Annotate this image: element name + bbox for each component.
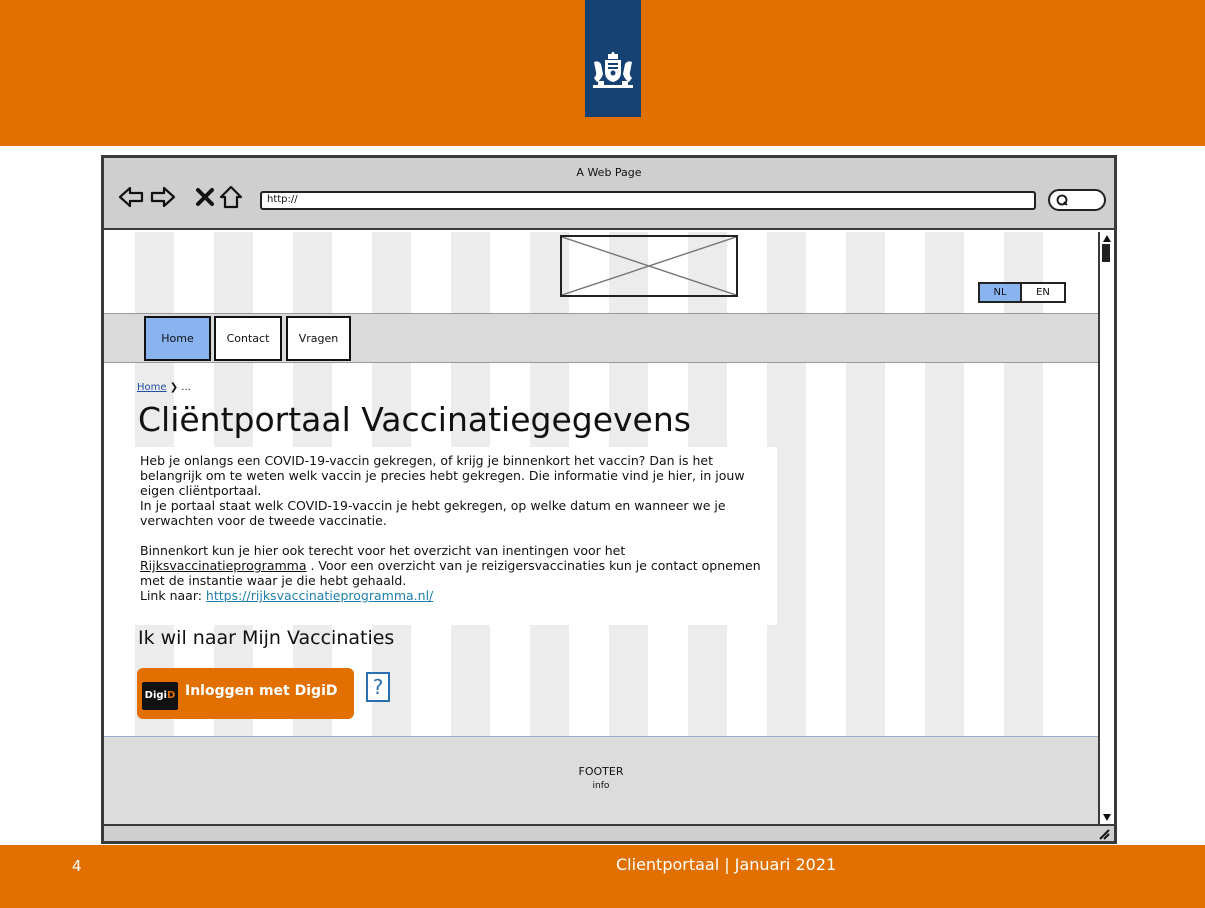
scrollbar-thumb[interactable] [1102,244,1110,262]
rijksvaccinatieprogramma-link[interactable]: Rijksvaccinatieprogramma [140,558,307,573]
close-icon[interactable] [192,184,218,210]
slide-footer-text: Clientportaal | Januari 2021 [616,855,837,874]
intro-paragraph: Binnenkort kun je hier ook terecht voor … [140,543,761,588]
language-option-nl[interactable]: NL [980,284,1022,301]
section-heading: Ik wil naar Mijn Vaccinaties [138,627,395,649]
scroll-up-icon[interactable] [1102,234,1112,243]
url-bar[interactable]: http:// [260,191,1036,210]
home-icon[interactable] [218,184,244,210]
main-navigation: Home Contact Vragen [104,313,1098,363]
help-icon[interactable]: ? [366,672,390,702]
page-footer: FOOTER info [104,736,1098,824]
browser-status-bar [104,824,1114,841]
external-url-link[interactable]: https://rijksvaccinatieprogramma.nl/ [206,588,433,603]
footer-title: FOOTER [578,765,624,778]
logo-image-placeholder [560,235,738,297]
browser-toolbar: A Web Page http:// [104,158,1114,230]
nav-item-contact[interactable]: Contact [214,316,282,361]
search-box[interactable] [1048,189,1106,211]
breadcrumb-home-link[interactable]: Home [137,382,167,393]
scroll-down-icon[interactable] [1102,813,1112,822]
forward-arrow-icon[interactable] [150,184,176,210]
digid-logo: DigiD [142,682,178,710]
footer-subtitle: info [592,781,610,791]
nav-item-vragen[interactable]: Vragen [286,316,351,361]
browser-window-mockup: A Web Page http:// NL EN Home Contact Vr… [101,155,1117,844]
intro-paragraph: In je portaal staat welk COVID-19-vaccin… [140,498,726,528]
slide-number: 4 [72,857,82,875]
intro-paragraph: Heb je onlangs een COVID-19-vaccin gekre… [140,453,745,498]
language-switch: NL EN [978,282,1066,303]
slide: A Web Page http:// NL EN Home Contact Vr… [0,0,1205,908]
resize-grip-icon[interactable] [1097,827,1110,840]
nav-item-home[interactable]: Home [144,316,211,361]
intro-section: Heb je onlangs een COVID-19-vaccin gekre… [134,447,777,625]
bottom-banner [0,845,1205,908]
breadcrumb: Home ❯ ... [137,382,191,393]
search-icon [1056,194,1068,206]
page-viewport: NL EN Home Contact Vragen Home ❯ ... Cli… [104,232,1098,824]
intro-link-line: Link naar: https://rijksvaccinatieprogra… [140,588,434,603]
intro-text: Heb je onlangs een COVID-19-vaccin gekre… [140,453,772,603]
language-option-en[interactable]: EN [1022,284,1064,301]
breadcrumb-current: ... [181,382,191,393]
digid-login-label: Inloggen met DigiD [185,683,338,699]
chevron-right-icon: ❯ [169,382,179,393]
digid-login-button[interactable]: DigiD Inloggen met DigiD [137,668,354,719]
coat-of-arms-icon [593,52,633,88]
vertical-scrollbar[interactable] [1098,232,1114,824]
window-title: A Web Page [576,166,642,179]
back-arrow-icon[interactable] [118,184,144,210]
page-title: Cliëntportaal Vaccinatiegegevens [138,400,691,439]
